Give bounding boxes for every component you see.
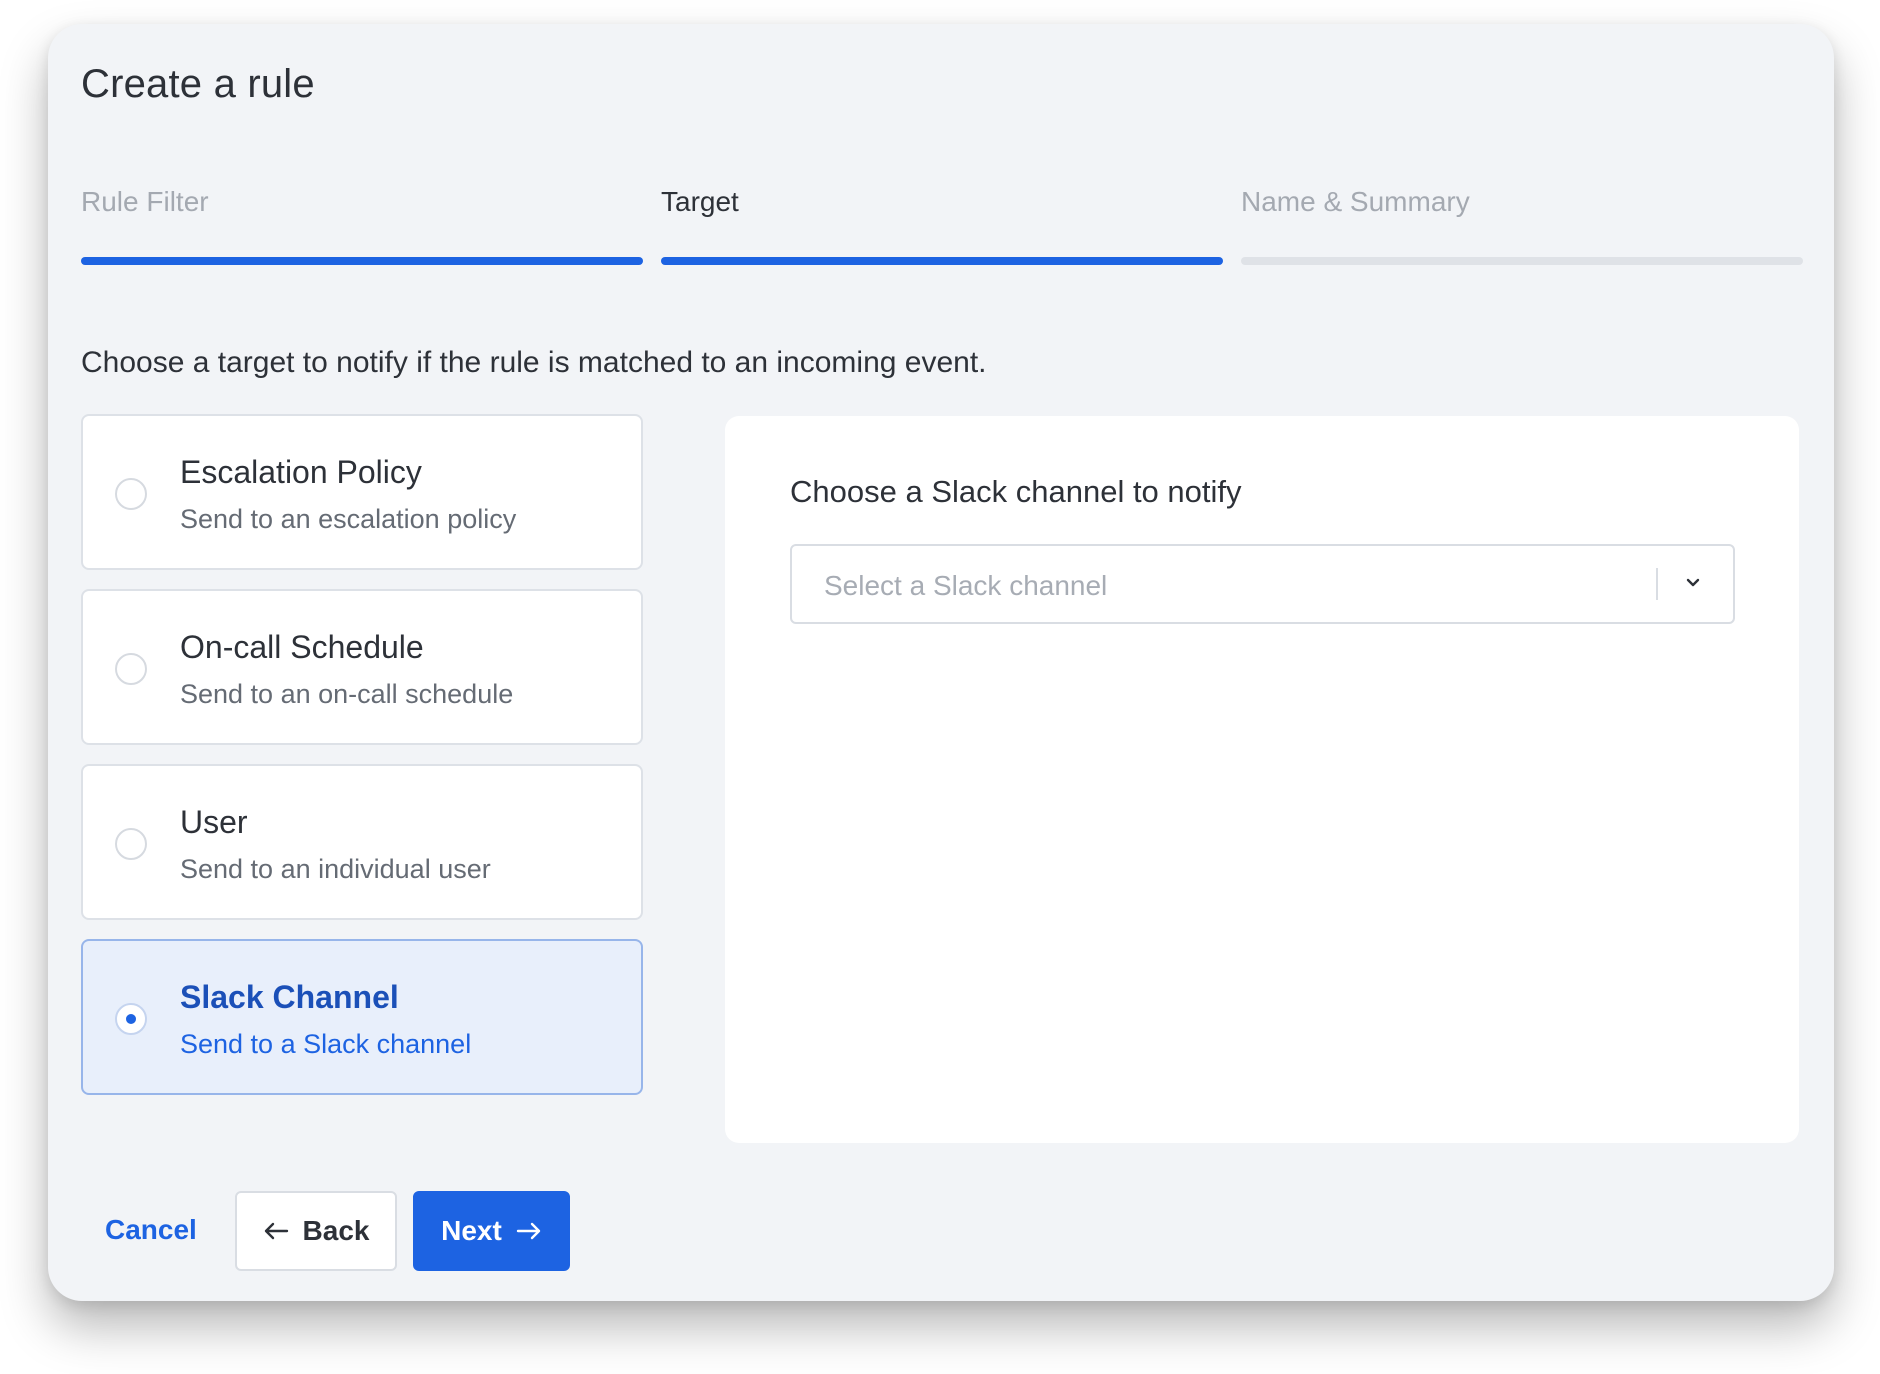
step-progress-bar (1241, 257, 1803, 265)
option-title: On-call Schedule (180, 629, 424, 665)
step-name-summary[interactable]: Name & Summary (1241, 176, 1803, 266)
slack-channel-label: Choose a Slack channel to notify (790, 474, 1242, 509)
target-option-on-call-schedule[interactable]: On-call Schedule Send to an on-call sche… (81, 589, 643, 745)
option-title: Escalation Policy (180, 454, 422, 490)
target-option-escalation-policy[interactable]: Escalation Policy Send to an escalation … (81, 414, 643, 570)
next-label: Next (441, 1215, 502, 1246)
chevron-down-icon[interactable] (1682, 572, 1704, 594)
arrow-left-icon (263, 1221, 289, 1241)
step-label: Target (661, 186, 739, 217)
select-placeholder: Select a Slack channel (824, 570, 1108, 601)
select-divider (1656, 568, 1658, 600)
option-description: Send to an individual user (180, 854, 491, 884)
step-target[interactable]: Target (661, 176, 1223, 266)
modal-title: Create a rule (81, 62, 315, 106)
target-config-panel: Choose a Slack channel to notify Select … (725, 416, 1799, 1143)
target-option-slack-channel[interactable]: Slack Channel Send to a Slack channel (81, 939, 643, 1095)
stepper: Rule Filter Target Name & Summary (81, 176, 1803, 266)
option-title: Slack Channel (180, 979, 399, 1015)
next-button[interactable]: Next (413, 1191, 570, 1271)
option-description: Send to an on-call schedule (180, 679, 514, 709)
arrow-right-icon (516, 1221, 542, 1241)
create-rule-modal: Create a rule Rule Filter Target Name & … (48, 24, 1834, 1301)
back-label: Back (302, 1215, 370, 1246)
step-label: Name & Summary (1241, 186, 1470, 217)
target-option-user[interactable]: User Send to an individual user (81, 764, 643, 920)
step-progress-bar (81, 257, 643, 265)
radio-button[interactable] (115, 478, 147, 510)
step-label: Rule Filter (81, 186, 209, 217)
option-title: User (180, 804, 248, 840)
step-rule-filter[interactable]: Rule Filter (81, 176, 643, 266)
option-description: Send to a Slack channel (180, 1029, 472, 1059)
step-progress-bar (661, 257, 1223, 265)
radio-button[interactable] (115, 653, 147, 685)
radio-button[interactable] (115, 828, 147, 860)
radio-button-selected[interactable] (115, 1003, 147, 1035)
option-description: Send to an escalation policy (180, 504, 517, 534)
slack-channel-select[interactable]: Select a Slack channel (790, 544, 1735, 624)
cancel-button[interactable]: Cancel (105, 1214, 197, 1246)
back-button[interactable]: Back (235, 1191, 397, 1271)
instructions-text: Choose a target to notify if the rule is… (81, 346, 987, 379)
